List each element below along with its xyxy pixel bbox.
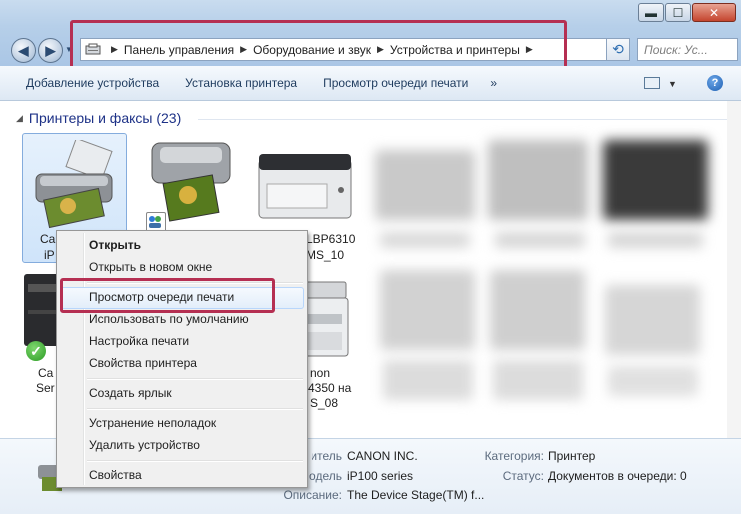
- add-device-button[interactable]: Добавление устройства: [26, 76, 159, 90]
- blurred-device-label: [495, 232, 585, 248]
- blurred-device: [488, 140, 588, 220]
- device-label: MS_10: [306, 248, 345, 262]
- details-category-key: Категория:: [484, 449, 544, 463]
- menu-item-print-settings[interactable]: Настройка печати: [89, 334, 189, 348]
- details-model-value: iP100 series: [347, 469, 414, 483]
- refresh-icon: ⟲: [612, 41, 624, 57]
- see-print-queue-button[interactable]: Просмотр очереди печати: [323, 76, 468, 90]
- menu-item-remove-device[interactable]: Удалить устройство: [89, 438, 200, 452]
- blurred-device-label: [383, 360, 473, 400]
- menu-item-open[interactable]: Открыть: [89, 238, 141, 252]
- default-printer-check-icon: ✓: [26, 341, 46, 361]
- blurred-device-label: [608, 366, 698, 396]
- command-toolbar: Добавление устройства Установка принтера…: [0, 66, 741, 101]
- device-label: Ca: [38, 366, 54, 380]
- device-label: LBP6310: [306, 232, 356, 246]
- blurred-device: [375, 150, 475, 220]
- blurred-device-label: [493, 360, 583, 400]
- blurred-device: [380, 270, 475, 350]
- refresh-button[interactable]: ⟲: [606, 38, 630, 61]
- blurred-device: [603, 140, 708, 220]
- minimize-button[interactable]: ▬: [638, 3, 664, 22]
- menu-item-set-default[interactable]: Использовать по умолчанию: [89, 312, 249, 326]
- device-label: iP: [44, 248, 55, 262]
- menu-item-troubleshoot[interactable]: Устранение неполадок: [89, 416, 216, 430]
- blurred-device: [605, 285, 700, 355]
- forward-arrow-icon: ▶: [45, 42, 56, 58]
- menu-item-create-shortcut[interactable]: Создать ярлык: [89, 386, 172, 400]
- menu-item-open-new-window[interactable]: Открыть в новом окне: [89, 260, 212, 274]
- forward-button[interactable]: ▶: [38, 38, 63, 63]
- printers-section-header[interactable]: ◢ Принтеры и факсы (23): [16, 110, 181, 126]
- back-arrow-icon: ◀: [18, 42, 29, 58]
- section-title: Принтеры и факсы (23): [28, 110, 182, 126]
- device-label: Ser: [36, 381, 55, 395]
- menu-separator: [87, 408, 303, 410]
- menu-separator: [87, 378, 303, 380]
- printer-icon[interactable]: [255, 150, 355, 225]
- device-label: 4350 на: [308, 381, 352, 395]
- back-button[interactable]: ◀: [11, 38, 36, 63]
- details-status-key: Статус:: [502, 469, 544, 483]
- toolbar-more-icon[interactable]: »: [490, 76, 497, 90]
- printer-icon: [30, 137, 120, 233]
- menu-highlight-box: [60, 278, 275, 313]
- blurred-device-label: [380, 232, 470, 248]
- scrollbar[interactable]: [727, 101, 741, 438]
- device-label: Ca: [40, 232, 56, 246]
- add-printer-button[interactable]: Установка принтера: [185, 76, 297, 90]
- device-label: non: [310, 366, 331, 380]
- context-menu: Открыть Открыть в новом окне Просмотр оч…: [56, 230, 308, 488]
- menu-separator: [87, 460, 303, 462]
- view-options-icon[interactable]: [644, 77, 660, 89]
- blurred-device: [490, 270, 585, 350]
- details-manufacturer-value: CANON INC.: [347, 449, 418, 463]
- section-divider: [198, 119, 728, 120]
- view-dropdown-icon[interactable]: ▼: [668, 79, 677, 89]
- details-category-value: Принтер: [548, 449, 596, 463]
- maximize-button[interactable]: ☐: [665, 3, 691, 22]
- blurred-device-label: [608, 232, 703, 248]
- details-status-value: Документов в очереди: 0: [548, 469, 687, 483]
- device-label: S_08: [310, 396, 339, 410]
- details-manufacturer-key: зводитель:: [312, 449, 342, 463]
- menu-icon-strip: [83, 233, 85, 485]
- search-placeholder: Поиск: Ус...: [644, 42, 708, 57]
- search-input[interactable]: Поиск: Ус...: [637, 38, 738, 61]
- details-description-key: Описание:: [283, 488, 342, 502]
- menu-item-properties[interactable]: Свойства: [89, 468, 142, 482]
- shared-users-icon: [146, 212, 166, 232]
- details-description-value: The Device Stage(TM) f...: [347, 488, 485, 502]
- collapse-triangle-icon[interactable]: ◢: [16, 113, 23, 124]
- close-button[interactable]: ✕: [692, 3, 736, 22]
- help-button[interactable]: ?: [707, 75, 723, 91]
- menu-item-printer-properties[interactable]: Свойства принтера: [89, 356, 197, 370]
- help-icon: ?: [711, 77, 719, 89]
